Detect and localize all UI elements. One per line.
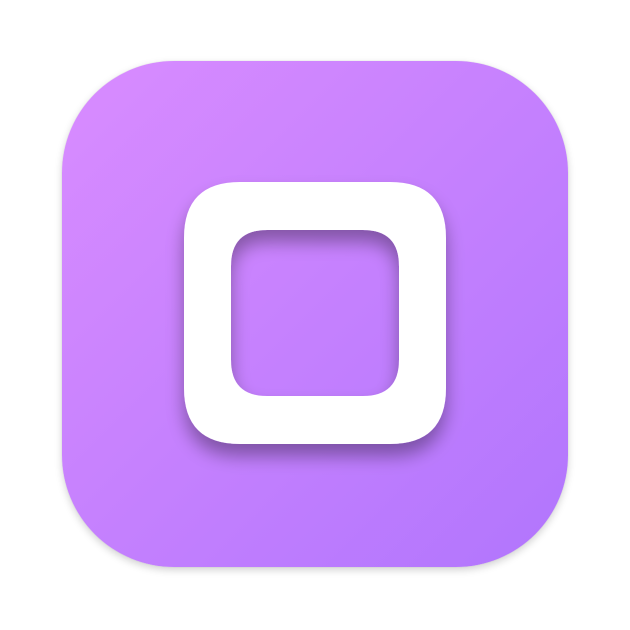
icon-background bbox=[62, 61, 568, 567]
app-icon-graphic bbox=[62, 61, 568, 567]
icon-canvas bbox=[0, 0, 630, 630]
app-icon[interactable] bbox=[62, 61, 568, 567]
